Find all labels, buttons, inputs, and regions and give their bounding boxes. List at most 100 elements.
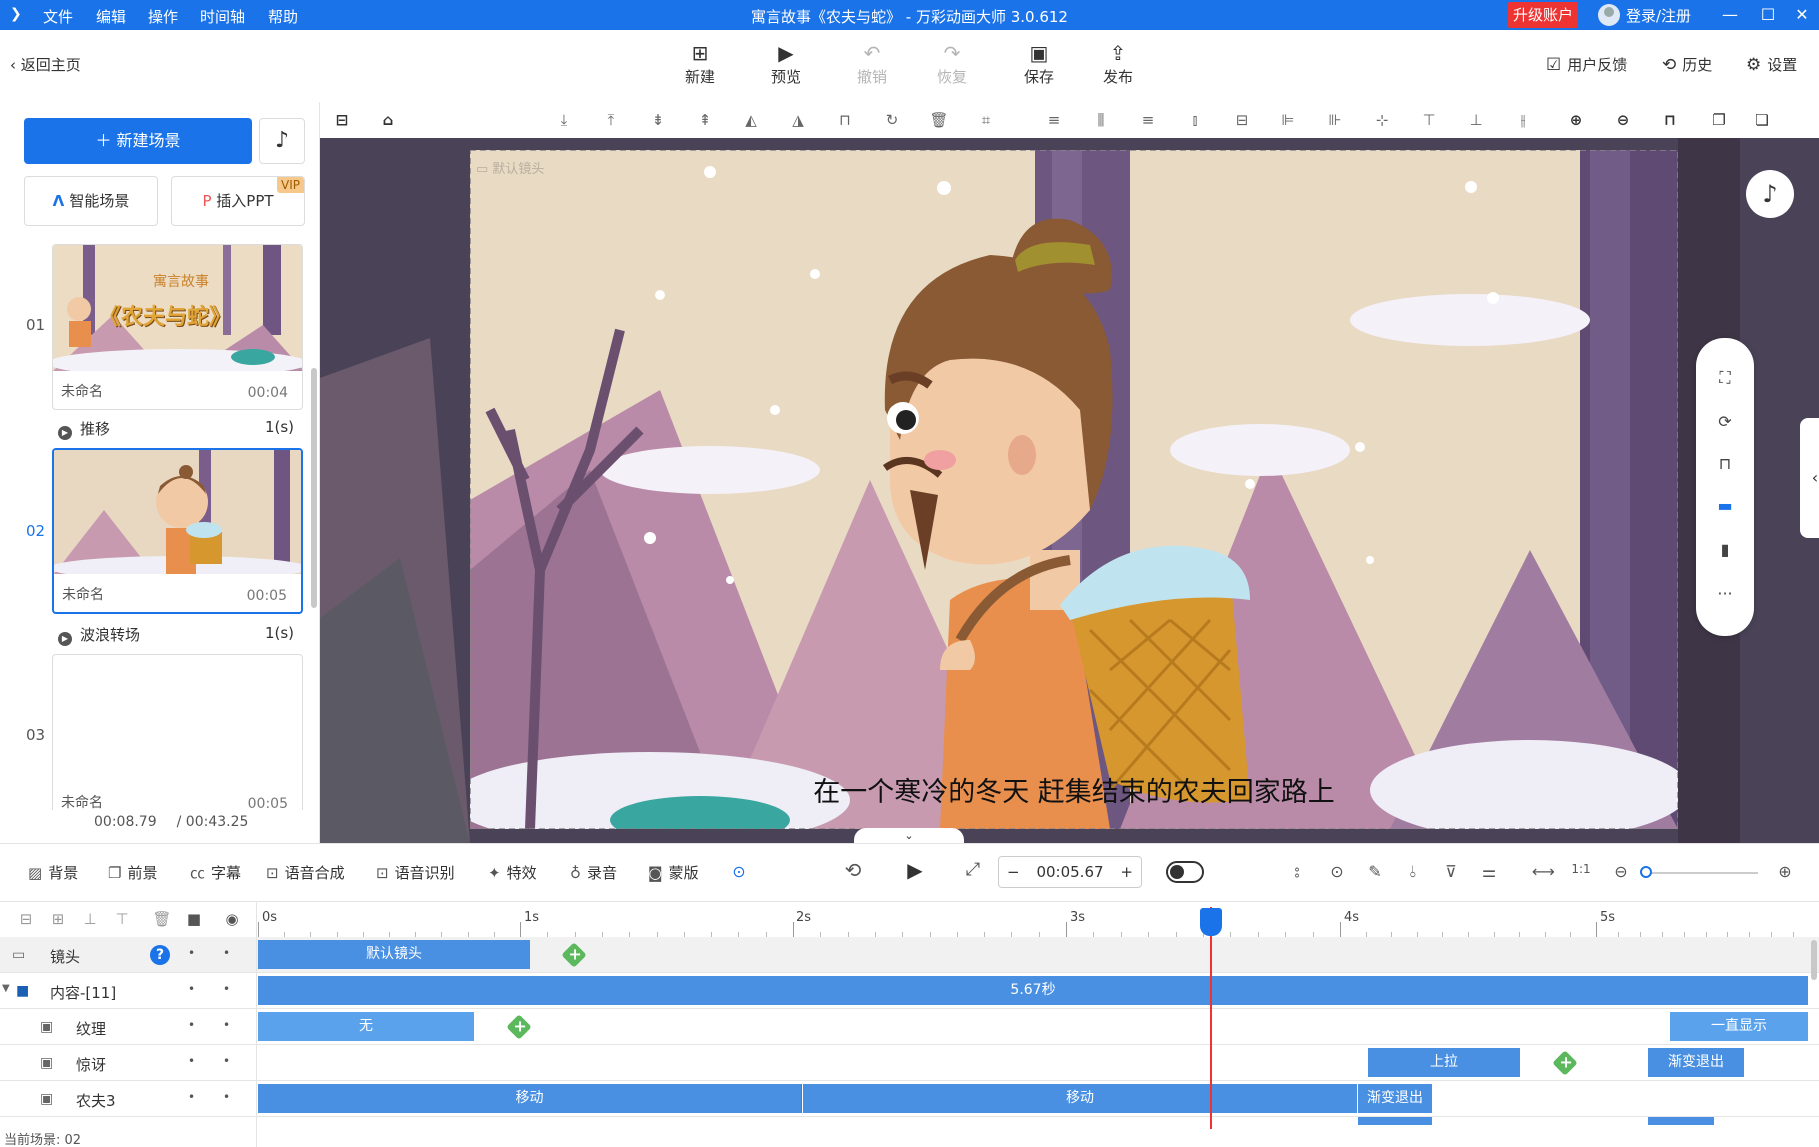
- align-bottom-icon[interactable]: ⤓: [554, 110, 574, 130]
- portrait-icon[interactable]: ▮: [1715, 540, 1735, 560]
- fit-timeline-icon[interactable]: ⟷: [1532, 862, 1555, 881]
- mask-button[interactable]: ◙ 蒙版: [648, 862, 699, 883]
- farmer-exit-clip[interactable]: 渐变退出: [1358, 1084, 1432, 1113]
- unlock-icon[interactable]: ⊓: [1660, 110, 1680, 130]
- smart-scene-button[interactable]: Λ 智能场景: [24, 176, 158, 226]
- login-button[interactable]: 登录/注册: [1598, 4, 1691, 26]
- scene-card-2[interactable]: 未命名 00:05: [52, 448, 303, 614]
- preview-button[interactable]: ▶ 预览: [758, 40, 814, 87]
- settings-link[interactable]: ⚙ 设置: [1746, 54, 1797, 75]
- delete-icon[interactable]: 🗑: [929, 110, 949, 130]
- rotate-view-icon[interactable]: ⟳: [1715, 412, 1735, 432]
- lock-dot[interactable]: •: [223, 1018, 230, 1032]
- menu-file[interactable]: 文件: [43, 6, 73, 27]
- track-texture[interactable]: ▣ 纹理 • • 无 一直显示: [0, 1009, 1819, 1045]
- track-farmer[interactable]: ▣ 农夫3 • • 移动 移动 渐变退出: [0, 1081, 1819, 1117]
- visibility-dot[interactable]: •: [188, 982, 195, 996]
- fullscreen-icon[interactable]: ⤢: [962, 859, 984, 880]
- farmer-move-clip-2[interactable]: 移动: [803, 1084, 1357, 1113]
- timeline-scrollbar[interactable]: [1811, 940, 1817, 980]
- align-right-icon[interactable]: ≡: [1138, 110, 1158, 130]
- caret-down-icon[interactable]: ▼: [2, 983, 10, 994]
- copy-icon[interactable]: ❐: [1709, 110, 1729, 130]
- home-icon[interactable]: ⌂: [378, 110, 398, 130]
- save-button[interactable]: ▣ 保存: [1011, 40, 1067, 87]
- split-icon[interactable]: ⦂: [1286, 862, 1308, 882]
- camera-icon[interactable]: ⊙: [1326, 862, 1348, 881]
- lock-icon[interactable]: ⊓: [1715, 454, 1735, 474]
- current-time-value[interactable]: 00:05.67: [1036, 863, 1103, 881]
- lock-dot[interactable]: •: [223, 1090, 230, 1104]
- new-button[interactable]: ⊞ 新建: [672, 40, 728, 87]
- visibility-dot[interactable]: •: [188, 1018, 195, 1032]
- move-down-icon[interactable]: ⇟: [648, 110, 668, 130]
- visibility-dot[interactable]: •: [188, 1090, 195, 1104]
- transition-1[interactable]: ▶ 推移 1(s): [58, 418, 294, 440]
- menu-operate[interactable]: 操作: [148, 6, 178, 27]
- visibility-dot[interactable]: •: [188, 1054, 195, 1068]
- filter-icon[interactable]: ⊽: [1440, 862, 1462, 881]
- upgrade-account-button[interactable]: 升级账户: [1508, 2, 1578, 28]
- align-center-h-icon[interactable]: ⫼: [1091, 110, 1111, 130]
- zoom-out-icon[interactable]: ⊖: [1613, 110, 1633, 130]
- help-icon[interactable]: ?: [150, 945, 170, 965]
- lock-all-icon[interactable]: ■: [184, 910, 204, 928]
- rotate-icon[interactable]: ↻: [882, 110, 902, 130]
- undo-button[interactable]: ↶ 撤销: [844, 40, 900, 87]
- scene-card-3[interactable]: 未命名 00:05: [52, 654, 303, 810]
- lock-dot[interactable]: •: [223, 982, 230, 996]
- zoom-slider-handle[interactable]: [1640, 866, 1652, 878]
- align-r-icon[interactable]: ⊪: [1325, 110, 1345, 130]
- menu-edit[interactable]: 编辑: [96, 6, 126, 27]
- minimize-button[interactable]: —: [1718, 3, 1742, 27]
- back-home-button[interactable]: ‹ 返回主页: [10, 54, 81, 75]
- lock-icon[interactable]: ⊓: [835, 110, 855, 130]
- align-top-icon[interactable]: ⤒: [601, 110, 621, 130]
- menu-help[interactable]: 帮助: [268, 6, 298, 27]
- subtitle-text[interactable]: 在一个寒冷的冬天 赶集结束的农夫回家路上: [470, 770, 1678, 809]
- history-link[interactable]: ⟲ 历史: [1662, 54, 1712, 75]
- current-time-stepper[interactable]: − 00:05.67 +: [998, 856, 1142, 888]
- flip-vertical-icon[interactable]: ◮: [788, 110, 808, 130]
- record-button[interactable]: ♁ 录音: [570, 862, 617, 883]
- add-keyframe-button[interactable]: [506, 1014, 532, 1040]
- middle-align-icon[interactable]: ⫲: [1513, 110, 1533, 130]
- transition-2[interactable]: ▶ 波浪转场 1(s): [58, 624, 294, 646]
- fit-icon[interactable]: ⌗: [976, 110, 996, 130]
- align-l-icon[interactable]: ⊫: [1278, 110, 1298, 130]
- add-folder-icon[interactable]: ⊟: [16, 910, 36, 928]
- time-plus-button[interactable]: +: [1120, 863, 1133, 881]
- lock-dot[interactable]: •: [223, 1054, 230, 1068]
- texture-show-clip[interactable]: 一直显示: [1670, 1012, 1808, 1041]
- move-up-layer-icon[interactable]: ⊤: [112, 910, 132, 928]
- track-camera[interactable]: ▭ 镜头 ? • • 默认镜头: [0, 937, 1819, 973]
- publish-button[interactable]: ⇪ 发布: [1090, 40, 1146, 87]
- tts-button[interactable]: ⊡ 语音合成: [266, 862, 345, 883]
- align-left-icon[interactable]: ≡: [1044, 110, 1064, 130]
- close-button[interactable]: ✕: [1790, 3, 1814, 27]
- flip-horizontal-icon[interactable]: ◭: [741, 110, 761, 130]
- zoom-in-timeline-icon[interactable]: ⊕: [1774, 862, 1796, 881]
- move-down-layer-icon[interactable]: ⊥: [80, 910, 100, 928]
- playback-toggle[interactable]: [1166, 861, 1204, 883]
- ratio-icon[interactable]: 1:1: [1570, 862, 1592, 876]
- menu-timeline[interactable]: 时间轴: [200, 6, 245, 27]
- music-button[interactable]: ♪: [259, 118, 305, 164]
- more-tools-icon[interactable]: ⊙: [728, 862, 750, 881]
- more-icon[interactable]: ···: [1715, 584, 1735, 604]
- scene-list-scrollbar[interactable]: [311, 368, 317, 608]
- playhead-handle[interactable]: [1200, 908, 1222, 936]
- zoom-in-icon[interactable]: ⊕: [1566, 110, 1586, 130]
- landscape-icon[interactable]: ▬: [1715, 496, 1735, 516]
- add-keyframe-button[interactable]: [561, 942, 587, 968]
- farmer-move-clip-1[interactable]: 移动: [258, 1084, 802, 1113]
- distribute-v-icon[interactable]: ⊟: [1232, 110, 1252, 130]
- top-align-icon[interactable]: ⊤: [1419, 110, 1439, 130]
- redo-button[interactable]: ↷ 恢复: [924, 40, 980, 87]
- bottom-align-icon[interactable]: ⊥: [1466, 110, 1486, 130]
- distribute-h-icon[interactable]: ⫾: [1185, 110, 1205, 130]
- time-minus-button[interactable]: −: [1007, 863, 1020, 881]
- eye-icon[interactable]: ◉: [222, 910, 242, 928]
- effects-button[interactable]: ✦ 特效: [488, 862, 537, 883]
- maximize-button[interactable]: ☐: [1756, 3, 1780, 27]
